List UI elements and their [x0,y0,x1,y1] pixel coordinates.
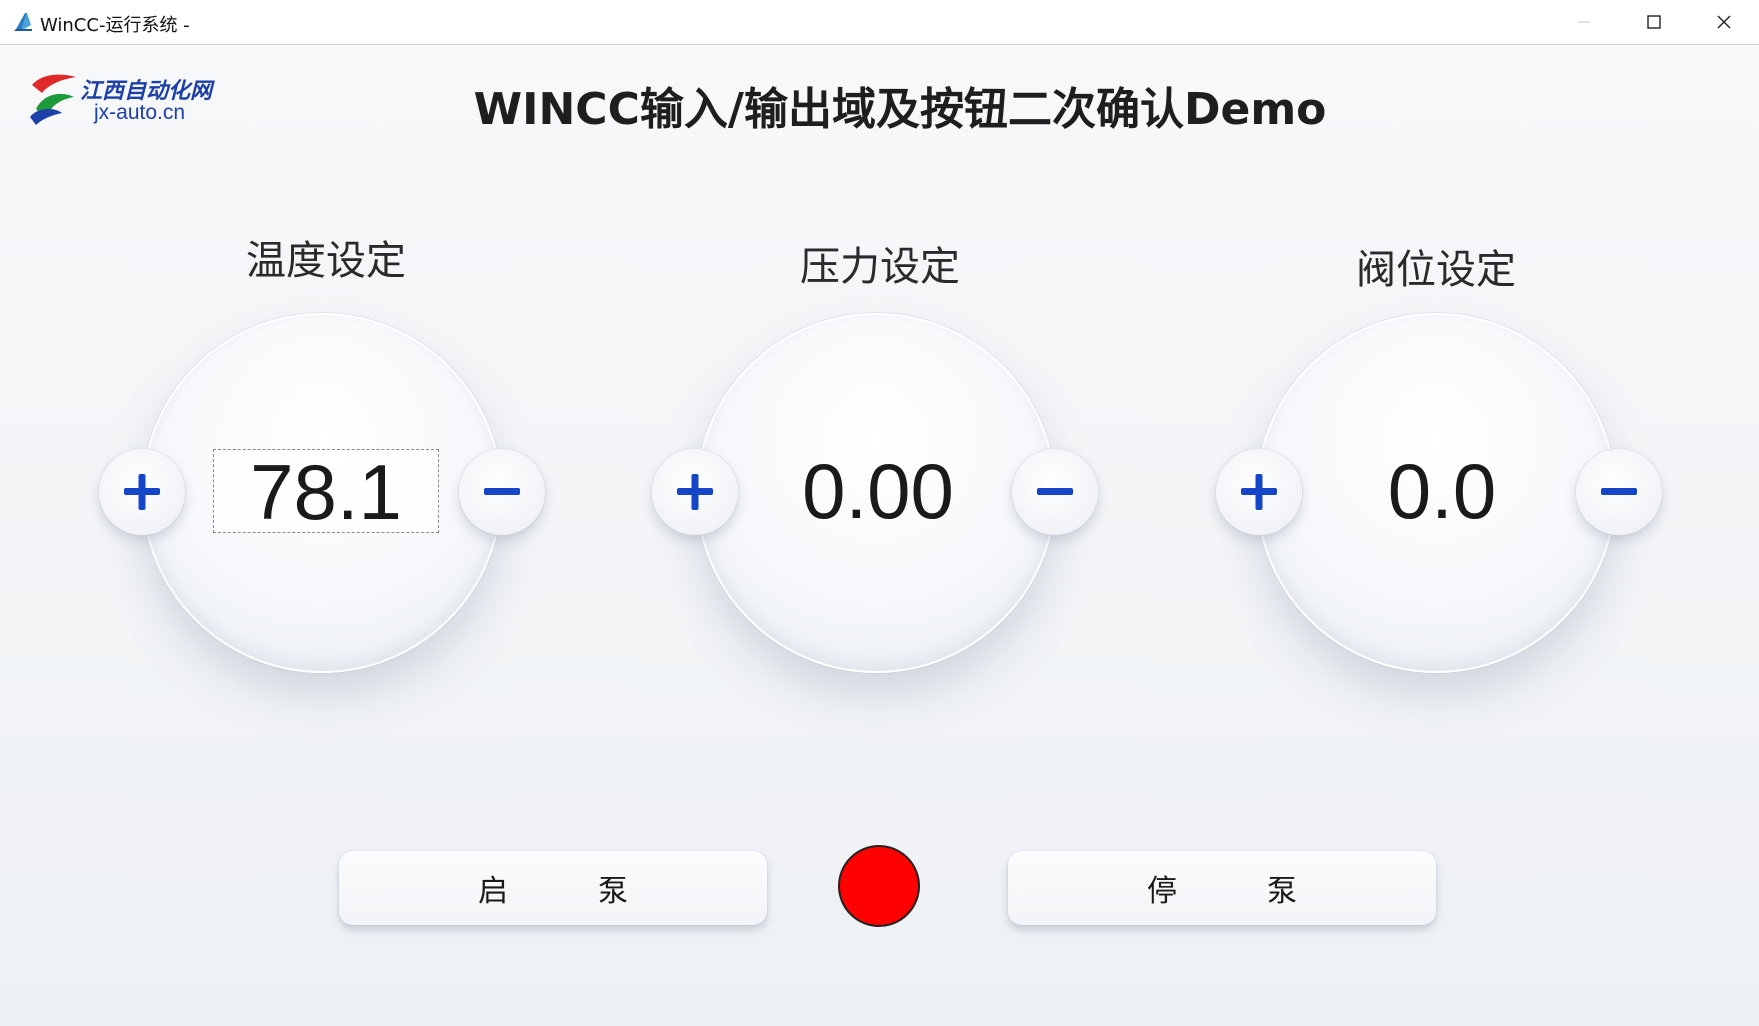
pressure-setpoint-label: 压力设定 [800,244,960,290]
plus-icon [1241,474,1277,510]
maximize-icon [1647,15,1661,29]
jx-auto-logo: 江西自动化网 jx-auto.cn [28,71,218,127]
pump-status-lamp [838,845,920,927]
valve-position-input-field[interactable]: 0.0 [1322,449,1562,533]
page-title: WINCC输入/输出域及按钮二次确认Demo [473,84,1327,135]
minus-icon [1601,488,1637,495]
logo-emblem-icon [30,74,76,125]
window-title: WinCC-运行系统 - [40,15,190,36]
maximize-button[interactable] [1619,0,1689,44]
start-pump-label: 启 泵 [478,874,628,909]
temperature-input-field[interactable]: 78.1 [213,449,439,534]
temperature-setpoint-label: 温度设定 [246,238,406,284]
pressure-decrease-button[interactable] [1012,449,1098,535]
stop-pump-button[interactable]: 停 泵 [1008,851,1436,925]
close-icon [1717,15,1731,29]
minus-icon [484,488,520,495]
plus-icon [124,474,160,510]
logo-text-domain: jx-auto.cn [94,101,186,124]
minimize-icon [1578,21,1590,23]
plus-icon [677,474,713,510]
close-button[interactable] [1689,0,1759,44]
pressure-input-field[interactable]: 0.00 [758,449,998,533]
valve-position-setpoint-label: 阀位设定 [1356,247,1516,293]
wincc-app-icon [14,13,32,31]
start-pump-button[interactable]: 启 泵 [339,851,767,925]
valve-position-increase-button[interactable] [1216,449,1302,535]
temperature-increase-button[interactable] [99,449,185,535]
minimize-button[interactable] [1549,0,1619,44]
runtime-canvas: 江西自动化网 jx-auto.cn WINCC输入/输出域及按钮二次确认Demo… [0,45,1759,1026]
window-title-bar: WinCC-运行系统 - [0,0,1759,45]
stop-pump-label: 停 泵 [1147,874,1297,909]
pressure-increase-button[interactable] [652,449,738,535]
temperature-decrease-button[interactable] [459,449,545,535]
valve-position-decrease-button[interactable] [1576,449,1662,535]
minus-icon [1037,488,1073,495]
